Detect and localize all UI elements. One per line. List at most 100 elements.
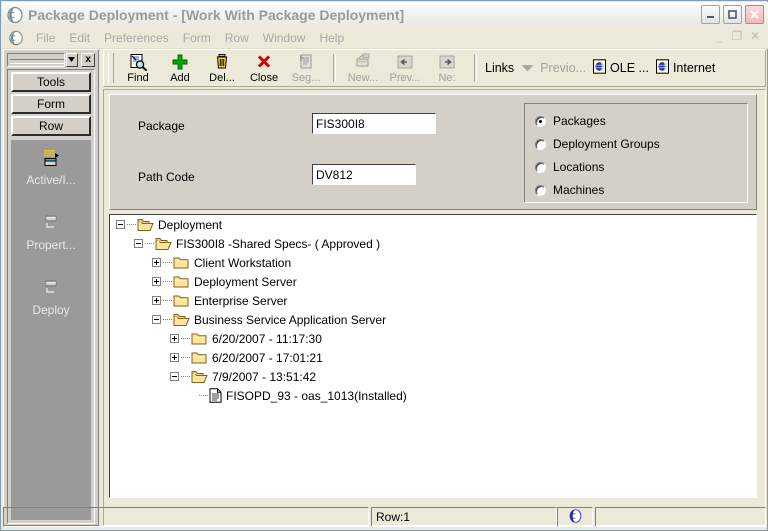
toolbar-button-label: Prev...: [389, 71, 421, 84]
toolbar-button-find[interactable]: Find: [117, 50, 159, 86]
sidebar-dropdown[interactable]: [7, 52, 65, 67]
radio-locations[interactable]: Locations: [535, 160, 604, 174]
collapse-icon[interactable]: [134, 239, 143, 248]
toolbar-button-previous[interactable]: Prev...: [384, 50, 426, 86]
link-internet[interactable]: Internet: [655, 59, 715, 77]
maximize-button[interactable]: [723, 5, 742, 24]
toolbar-button-label: Del...: [209, 71, 235, 84]
add-icon: [171, 53, 189, 71]
deployment-tree[interactable]: Deployment FIS300I8 -Shared Specs- ( Appr…: [109, 214, 757, 498]
mdi-window-controls: _ ❐ ✕: [711, 29, 763, 43]
toolbar-button-new[interactable]: New...: [342, 50, 384, 86]
new-icon: [353, 52, 373, 71]
tree-connector: [181, 375, 190, 378]
chevron-down-icon[interactable]: [65, 52, 79, 67]
path-code-input[interactable]: [312, 164, 416, 185]
tree-node[interactable]: 7/9/2007 - 13:51:42: [110, 367, 756, 386]
sidebar-item-properties[interactable]: Propert...: [11, 187, 91, 252]
menu-item-form[interactable]: Form: [176, 29, 218, 47]
tree-node[interactable]: Business Service Application Server: [110, 310, 756, 329]
status-cell-left: [3, 507, 369, 527]
sidebar-button-tools[interactable]: Tools: [11, 72, 91, 92]
tree-node-label: Business Service Application Server: [194, 312, 387, 327]
tree-node-label: 6/20/2007 - 17:01:21: [212, 350, 323, 365]
expand-icon[interactable]: [152, 277, 161, 286]
menu-item-edit[interactable]: Edit: [62, 29, 97, 47]
radio-deployment-groups[interactable]: Deployment Groups: [535, 137, 660, 151]
expand-icon[interactable]: [152, 258, 161, 267]
tree-node[interactable]: FISOPD_93 - oas_1013(Installed): [110, 386, 756, 405]
sidebar-item-label: Propert...: [26, 238, 76, 252]
toolbar-button-select[interactable]: Seg...: [285, 50, 327, 86]
sidebar-header: x: [7, 52, 96, 67]
window-title: Package Deployment - [Work With Package …: [28, 6, 405, 23]
status-row-label: Row:1: [376, 510, 411, 524]
tree-connector: [181, 337, 190, 340]
menu-bar: File Edit Preferences Form Row Window He…: [2, 27, 768, 49]
toolbar-button-next[interactable]: Ne:: [426, 50, 468, 86]
tree-node[interactable]: Client Workstation: [110, 253, 756, 272]
tree-node[interactable]: 6/20/2007 - 17:01:21: [110, 348, 756, 367]
mdi-restore-button[interactable]: ❐: [729, 29, 745, 43]
collapse-icon[interactable]: [170, 372, 179, 381]
link-label: OLE ...: [610, 61, 649, 75]
package-input[interactable]: [312, 113, 436, 134]
mdi-minimize-button[interactable]: _: [711, 29, 727, 43]
status-cell-row: Row:1: [371, 507, 557, 527]
sidebar-item-active-inactive[interactable]: Active/I...: [11, 140, 91, 187]
radio-packages[interactable]: Packages: [535, 114, 606, 128]
menu-item-row[interactable]: Row: [218, 29, 256, 47]
document-icon: [209, 388, 222, 403]
tree-node[interactable]: Enterprise Server: [110, 291, 756, 310]
menu-item-window[interactable]: Window: [256, 29, 313, 47]
application-window: Package Deployment - [Work With Package …: [0, 0, 768, 531]
tree-connector: [199, 394, 208, 397]
toolbar-grip[interactable]: [108, 53, 114, 83]
tree-node[interactable]: Deployment Server: [110, 272, 756, 291]
toolbar-button-delete[interactable]: Del...: [201, 50, 243, 86]
menu-item-file[interactable]: File: [29, 29, 62, 47]
minimize-button[interactable]: [701, 5, 720, 24]
link-previous[interactable]: Previo...: [540, 61, 586, 75]
package-label: Package: [138, 119, 185, 133]
radio-label: Deployment Groups: [553, 137, 660, 151]
select-icon: [297, 53, 315, 71]
globe-icon[interactable]: [8, 30, 24, 46]
collapse-icon[interactable]: [116, 220, 125, 229]
toolbar-button-add[interactable]: Add: [159, 50, 201, 86]
toolbar-button-close[interactable]: Close: [243, 50, 285, 86]
tree-node-label: Enterprise Server: [194, 293, 288, 308]
expand-icon[interactable]: [170, 334, 179, 343]
tree-node[interactable]: Deployment: [110, 215, 756, 234]
tree-node-label: FISOPD_93 - oas_1013(Installed): [226, 388, 407, 403]
find-icon: [129, 53, 147, 71]
menu-item-preferences[interactable]: Preferences: [97, 29, 176, 47]
folder-closed-icon: [173, 275, 190, 289]
expand-icon[interactable]: [152, 296, 161, 305]
collapse-icon[interactable]: [152, 315, 161, 324]
mdi-close-button[interactable]: ✕: [747, 29, 763, 43]
radio-machines[interactable]: Machines: [535, 183, 604, 197]
tree-node[interactable]: FIS300I8 -Shared Specs- ( Approved ): [110, 234, 756, 253]
links-area: Links Previo... OLE ... Internet: [483, 50, 715, 86]
menu-item-help[interactable]: Help: [312, 29, 351, 47]
expand-icon[interactable]: [170, 353, 179, 362]
tree-node-label: 7/9/2007 - 13:51:42: [212, 369, 317, 384]
close-button[interactable]: [745, 5, 764, 24]
folder-open-icon: [137, 218, 154, 232]
folder-open-icon: [191, 370, 208, 384]
link-label: Previo...: [540, 61, 587, 75]
arrow-right-icon: [437, 53, 457, 71]
close-x-icon: [255, 53, 273, 71]
ole-document-icon: [592, 59, 607, 77]
sidebar-button-row[interactable]: Row: [11, 116, 91, 136]
tree-node[interactable]: 6/20/2007 - 11:17:30: [110, 329, 756, 348]
chevron-down-icon[interactable]: [520, 64, 534, 72]
tree-node-label: FIS300I8 -Shared Specs- ( Approved ): [176, 236, 381, 251]
folder-closed-icon: [173, 294, 190, 308]
sidebar-item-deploy[interactable]: Deploy: [11, 252, 91, 317]
sidebar-close-button[interactable]: x: [81, 52, 96, 67]
link-ole[interactable]: OLE ...: [592, 59, 649, 77]
sidebar-button-form[interactable]: Form: [11, 94, 91, 114]
toolbar-button-label: Close: [249, 71, 279, 84]
